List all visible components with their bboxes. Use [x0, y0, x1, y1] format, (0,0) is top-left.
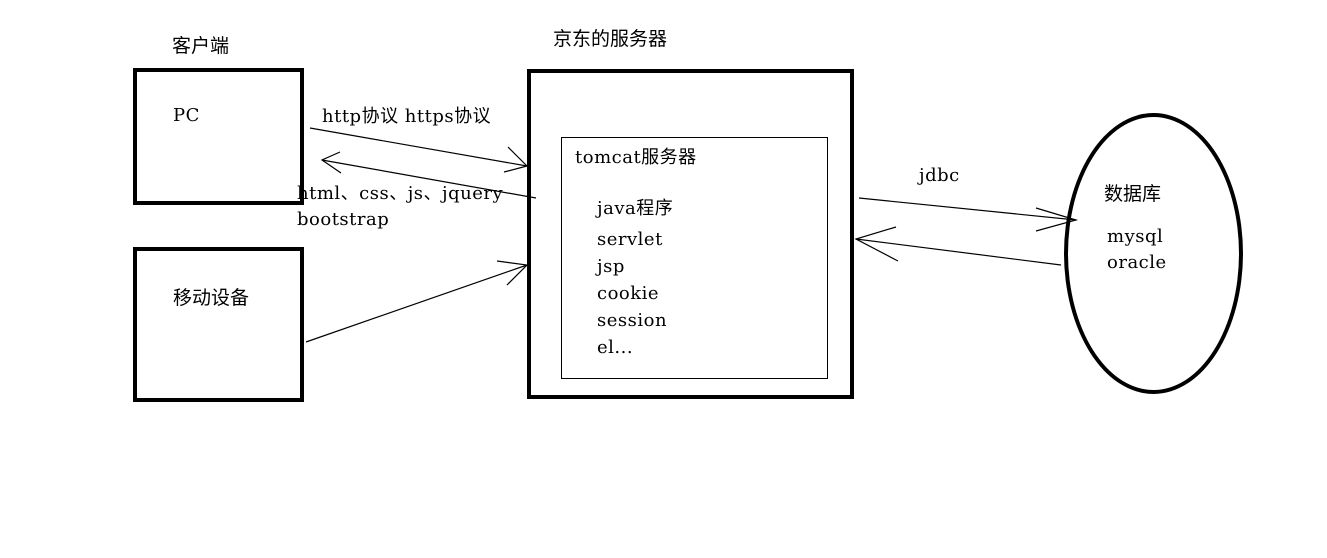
mobile-arrow-head — [496, 260, 529, 286]
jdbc-label: jdbc — [919, 165, 960, 186]
mobile-label: 移动设备 — [173, 287, 250, 309]
jdbc-response-arrow-head — [854, 226, 899, 262]
tomcat-item-el: el... — [597, 337, 634, 358]
database-item-oracle: oracle — [1107, 252, 1167, 273]
jdbc-response-arrow-line — [855, 238, 1062, 266]
response-arrow-head — [320, 151, 342, 174]
database-item-mysql: mysql — [1107, 226, 1164, 247]
jdbc-request-arrow-line — [858, 197, 1077, 221]
mobile-box — [133, 247, 304, 402]
tomcat-item-cookie: cookie — [597, 283, 660, 304]
mobile-arrow-line — [305, 264, 528, 343]
pc-box — [133, 68, 304, 205]
response-label-line1: html、css、js、jquery — [297, 183, 504, 204]
response-label-line2: bootstrap — [297, 209, 390, 230]
tomcat-title: tomcat服务器 — [575, 147, 697, 168]
tomcat-item-servlet: servlet — [597, 229, 663, 250]
request-arrow-line — [309, 127, 528, 167]
database-title: 数据库 — [1104, 183, 1162, 205]
request-protocol-label: http协议 https协议 — [322, 106, 492, 127]
request-arrow-head — [503, 146, 529, 173]
client-title: 客户端 — [172, 35, 230, 57]
tomcat-item-jsp: jsp — [597, 256, 625, 277]
server-title: 京东的服务器 — [553, 28, 668, 50]
pc-label: PC — [173, 105, 200, 126]
tomcat-item-session: session — [597, 310, 668, 331]
tomcat-item-java: java程序 — [597, 198, 674, 219]
